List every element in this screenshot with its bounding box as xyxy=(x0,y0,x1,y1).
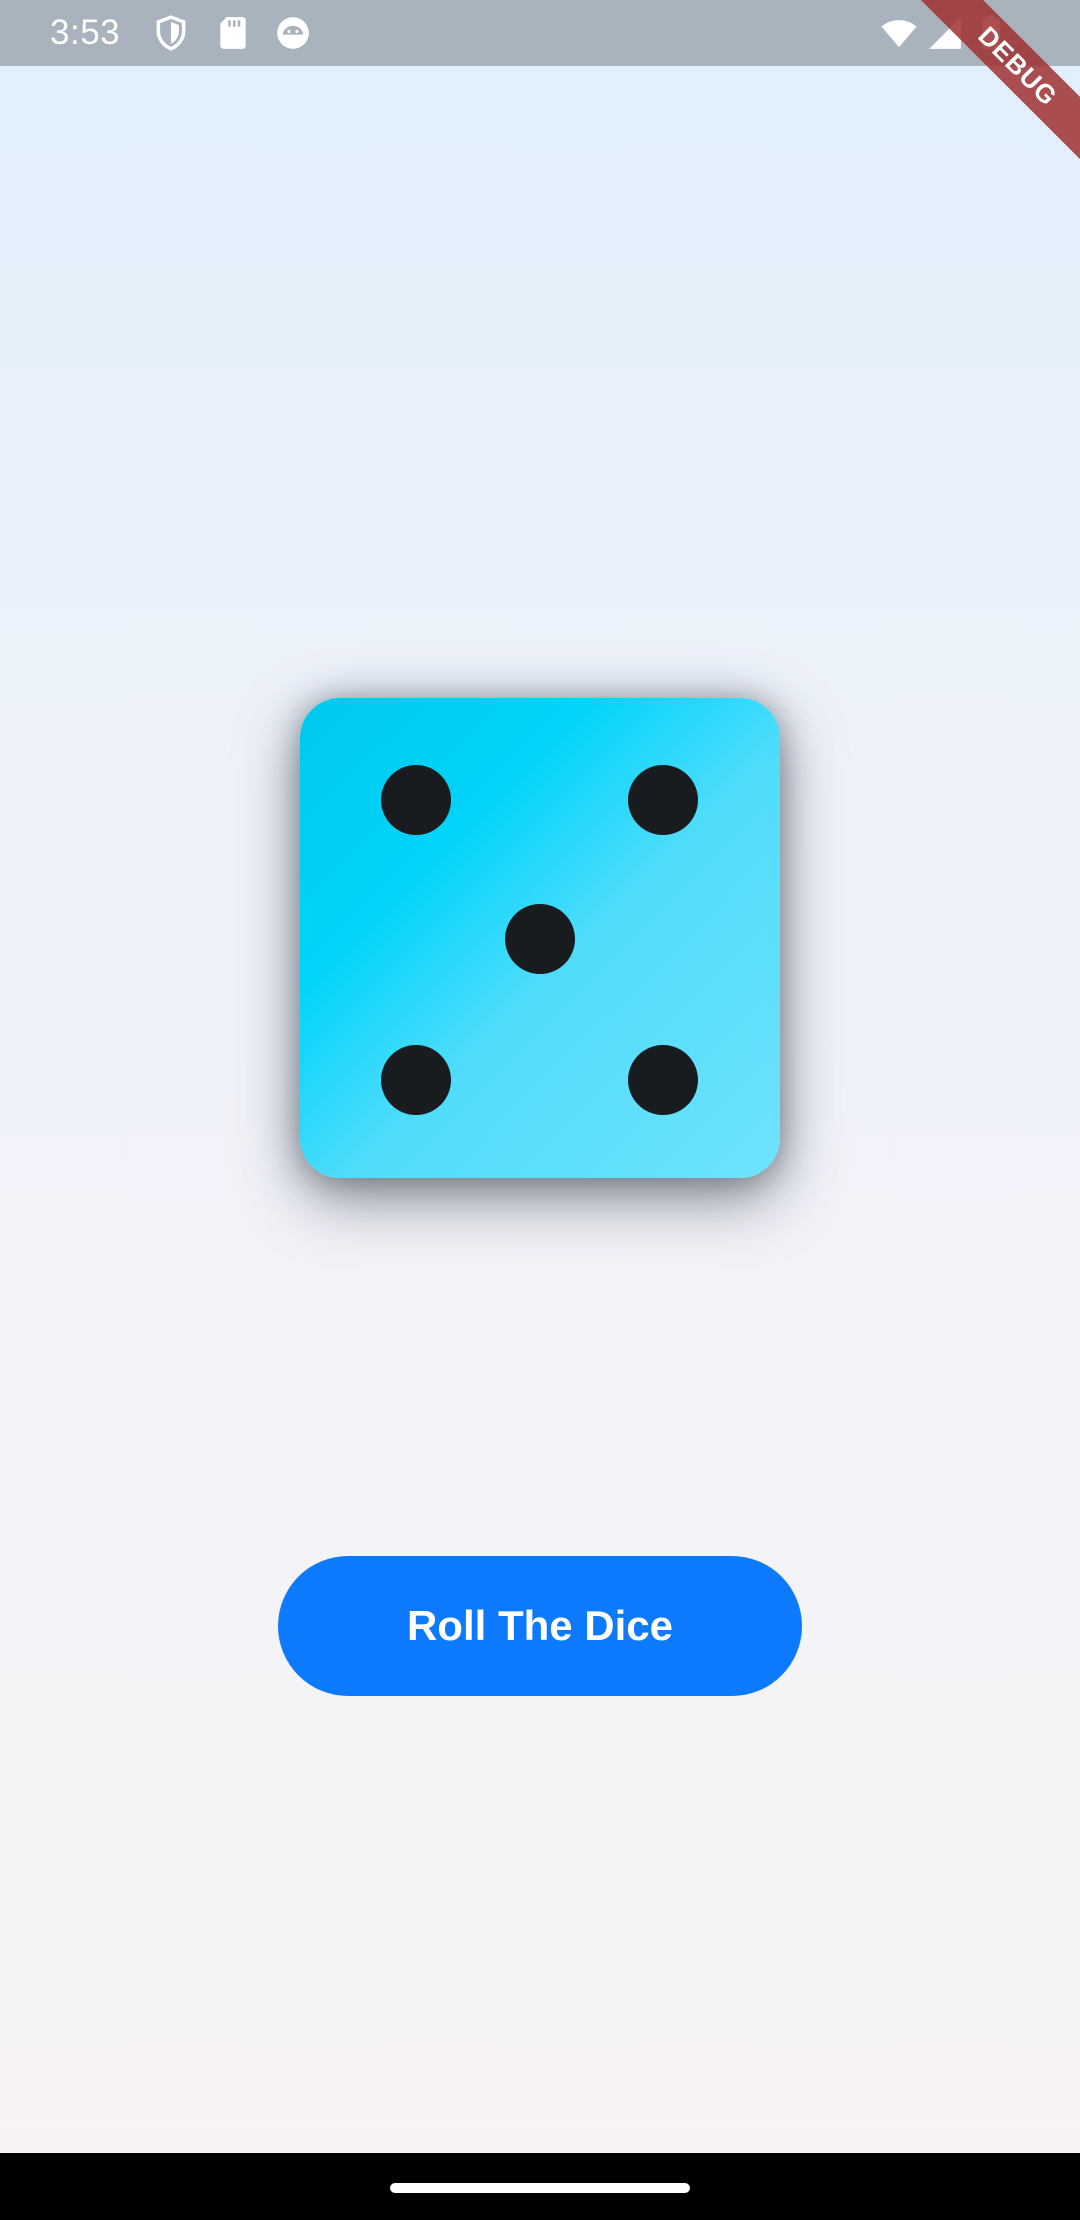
dice-pip xyxy=(381,765,451,835)
battery-icon xyxy=(972,14,1010,52)
status-bar: 3:53 xyxy=(0,0,1080,66)
sd-card-icon xyxy=(214,14,252,52)
navigation-bar xyxy=(0,2153,1080,2220)
dice-pip xyxy=(381,1045,451,1115)
dice-pip xyxy=(628,1045,698,1115)
dice-pip xyxy=(628,765,698,835)
roll-dice-button[interactable]: Roll The Dice xyxy=(278,1556,802,1696)
dice-pip xyxy=(505,904,575,974)
android-face-icon xyxy=(274,14,312,52)
signal-icon xyxy=(926,14,964,52)
dice-face-five[interactable] xyxy=(300,698,780,1178)
status-time: 3:53 xyxy=(50,13,121,52)
shield-icon xyxy=(152,14,190,52)
home-handle[interactable] xyxy=(390,2183,690,2193)
wifi-icon xyxy=(880,14,918,52)
